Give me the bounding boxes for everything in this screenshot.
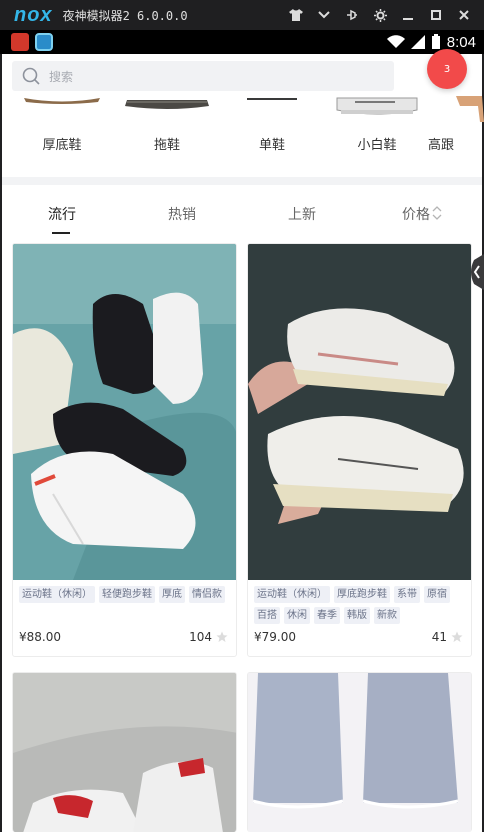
- thick-sole-shoe-image: [24, 98, 100, 104]
- product-image: [248, 244, 471, 580]
- slipper-image: [125, 100, 209, 109]
- signal-icon: [410, 35, 425, 49]
- product-tag[interactable]: 原宿: [424, 586, 450, 603]
- product-tag[interactable]: 百搭: [254, 607, 280, 624]
- product-card[interactable]: [247, 672, 472, 832]
- product-tag[interactable]: 系带: [394, 586, 420, 603]
- product-image: [13, 673, 236, 832]
- tab-price[interactable]: 价格: [402, 204, 430, 224]
- category-label: 高跟: [428, 138, 455, 153]
- product-tag[interactable]: 休闲: [284, 607, 310, 624]
- category-item-slippers[interactable]: 拖鞋: [117, 96, 217, 174]
- search-bar[interactable]: 搜索: [12, 61, 394, 91]
- wifi-icon: [386, 35, 405, 48]
- product-tags: 运动鞋（休闲） 厚底跑步鞋 系带 原宿 百搭 休闲 春季 韩版 新款: [254, 586, 467, 624]
- status-time: 8:04: [446, 33, 476, 51]
- pin-icon[interactable]: [338, 0, 366, 30]
- category-item-flats[interactable]: 单鞋: [222, 96, 322, 174]
- sort-arrows-icon[interactable]: [432, 205, 442, 221]
- category-label: 小白鞋: [357, 138, 397, 153]
- app-notification-icon-2: [35, 33, 53, 51]
- nox-logo: nox: [14, 3, 53, 26]
- minimize-icon[interactable]: [394, 0, 422, 30]
- category-item-heels[interactable]: 高跟: [428, 96, 484, 174]
- star-icon: [216, 631, 228, 642]
- battery-icon: [431, 34, 440, 49]
- product-tag[interactable]: 厚底: [159, 586, 185, 603]
- product-tag[interactable]: 厚底跑步鞋: [334, 586, 390, 603]
- tab-hot-sales[interactable]: 热销: [168, 204, 196, 224]
- product-tag[interactable]: 春季: [314, 607, 340, 624]
- app-notification-icon: [11, 33, 29, 51]
- product-tag[interactable]: 运动鞋（休闲）: [254, 586, 330, 603]
- like-count: 104: [189, 630, 212, 644]
- category-item-white-sneakers[interactable]: 小白鞋: [327, 96, 427, 174]
- flat-shoe-image: [247, 98, 297, 100]
- emulator-title: 夜神模拟器2 6.0.0.0: [62, 8, 188, 23]
- product-image: [248, 673, 471, 832]
- like-count: 41: [431, 630, 447, 644]
- star-icon: [451, 631, 463, 642]
- filter-tabs: 流行 热销 上新 价格: [0, 196, 484, 236]
- category-label: 拖鞋: [153, 138, 180, 153]
- maximize-icon[interactable]: [422, 0, 450, 30]
- tab-popular[interactable]: 流行: [48, 204, 76, 224]
- cart-badge[interactable]: 3: [427, 49, 467, 89]
- search-placeholder: 搜索: [49, 69, 74, 84]
- shirt-icon[interactable]: [282, 0, 310, 30]
- tab-new-arrivals[interactable]: 上新: [288, 204, 316, 224]
- product-tag[interactable]: 韩版: [344, 607, 370, 624]
- close-icon[interactable]: [450, 0, 478, 30]
- search-icon: [22, 67, 40, 85]
- category-row: 厚底鞋 拖鞋 单鞋 小白鞋 高跟: [0, 96, 484, 174]
- category-item-thick-sole[interactable]: 厚底鞋: [12, 96, 112, 174]
- android-status-bar: 8:04: [0, 30, 484, 54]
- product-tag[interactable]: 轻便跑步鞋: [99, 586, 155, 603]
- emulator-title-bar: nox 夜神模拟器2 6.0.0.0: [0, 0, 484, 30]
- product-tag[interactable]: 运动鞋（休闲）: [19, 586, 95, 603]
- product-tags: 运动鞋（休闲） 轻便跑步鞋 厚底 情侣款: [19, 586, 232, 603]
- chevron-down-icon[interactable]: [310, 0, 338, 30]
- product-price: ¥88.00: [19, 630, 61, 644]
- active-tab-indicator: [52, 232, 70, 234]
- category-label: 单鞋: [258, 138, 285, 153]
- category-label: 厚底鞋: [42, 138, 82, 153]
- product-tag[interactable]: 新款: [374, 607, 400, 624]
- product-tag[interactable]: 情侣款: [189, 586, 225, 603]
- product-card[interactable]: [12, 672, 237, 832]
- product-image: [13, 244, 236, 580]
- product-likes[interactable]: 41: [432, 630, 463, 644]
- high-heel-image: [456, 96, 484, 122]
- product-card[interactable]: 运动鞋（休闲） 厚底跑步鞋 系带 原宿 百搭 休闲 春季 韩版 新款 ¥79.0…: [247, 243, 472, 657]
- gear-icon[interactable]: [366, 0, 394, 30]
- product-price: ¥79.00: [254, 630, 296, 644]
- product-likes[interactable]: 104: [189, 630, 228, 644]
- emulator-window-controls: [282, 0, 478, 30]
- white-sneaker-image: [336, 97, 418, 115]
- product-card[interactable]: 运动鞋（休闲） 轻便跑步鞋 厚底 情侣款 ¥88.00 104: [12, 243, 237, 657]
- section-divider: [2, 177, 482, 185]
- side-drawer-handle-icon[interactable]: [468, 254, 484, 290]
